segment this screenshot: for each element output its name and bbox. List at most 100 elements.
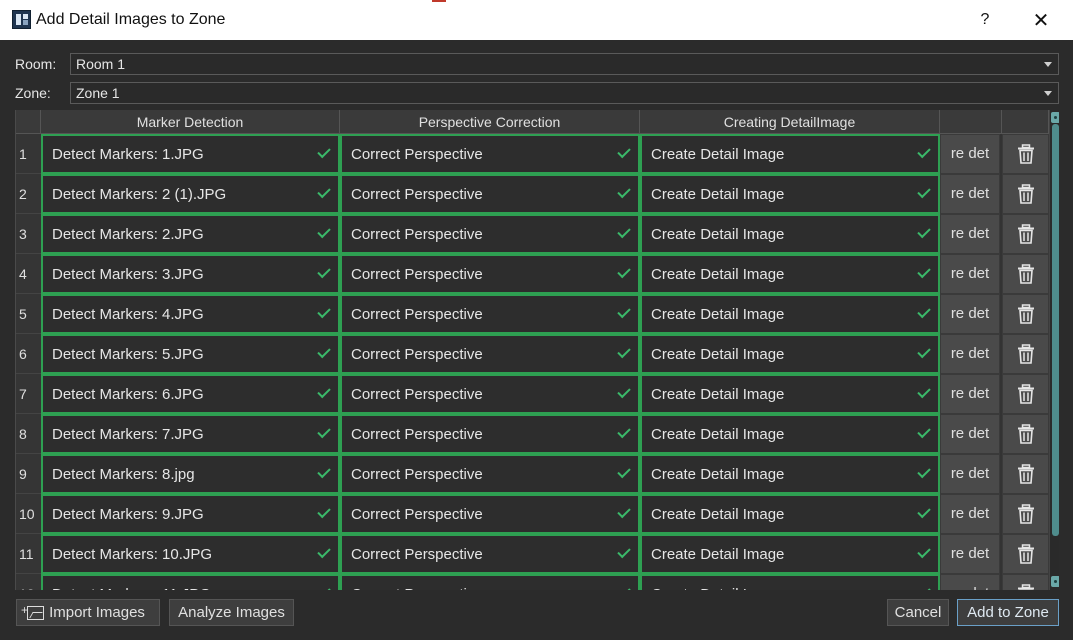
marker-detection-cell[interactable]: Detect Markers: 7.JPG <box>41 414 340 454</box>
delete-row-button[interactable] <box>1002 494 1049 534</box>
perspective-correction-cell[interactable]: Correct Perspective <box>340 174 640 214</box>
detail-image-cell[interactable]: Create Detail Image <box>640 334 940 374</box>
delete-row-button[interactable] <box>1002 534 1049 574</box>
perspective-correction-cell-label: Correct Perspective <box>351 426 483 443</box>
check-icon <box>617 584 631 590</box>
header-marker-detection[interactable]: Marker Detection <box>41 110 340 134</box>
row-number: 9 <box>16 454 41 494</box>
check-icon <box>917 384 931 399</box>
redetect-button[interactable]: re det <box>940 334 1000 374</box>
perspective-correction-cell-label: Correct Perspective <box>351 586 483 590</box>
detail-image-cell[interactable]: Create Detail Image <box>640 174 940 214</box>
marker-detection-cell[interactable]: Detect Markers: 3.JPG <box>41 254 340 294</box>
zone-select[interactable]: Zone 1 <box>70 82 1059 104</box>
marker-detection-cell[interactable]: Detect Markers: 4.JPG <box>41 294 340 334</box>
trash-icon <box>1018 384 1034 404</box>
header-delete <box>1002 110 1049 134</box>
redetect-button[interactable]: re det <box>940 214 1000 254</box>
room-select[interactable]: Room 1 <box>70 53 1059 75</box>
table-row: 1 Detect Markers: 1.JPG Correct Perspectiv… <box>16 134 1049 174</box>
scroll-down-button[interactable] <box>1051 576 1059 587</box>
detail-image-cell[interactable]: Create Detail Image <box>640 214 940 254</box>
detail-image-cell[interactable]: Create Detail Image <box>640 454 940 494</box>
redetect-button[interactable]: re det <box>940 134 1000 174</box>
scroll-up-button[interactable] <box>1051 112 1059 123</box>
redetect-button[interactable]: re det <box>940 454 1000 494</box>
marker-detection-cell-label: Detect Markers: 6.JPG <box>52 386 204 403</box>
check-icon <box>617 504 631 519</box>
perspective-correction-cell[interactable]: Correct Perspective <box>340 334 640 374</box>
delete-row-button[interactable] <box>1002 414 1049 454</box>
chevron-down-icon <box>1044 91 1052 96</box>
delete-row-button[interactable] <box>1002 254 1049 294</box>
redetect-button[interactable]: re det <box>940 574 1000 590</box>
delete-row-button[interactable] <box>1002 134 1049 174</box>
table-row: 6 Detect Markers: 5.JPG Correct Perspectiv… <box>16 334 1049 374</box>
detail-image-cell[interactable]: Create Detail Image <box>640 294 940 334</box>
detail-image-cell[interactable]: Create Detail Image <box>640 374 940 414</box>
perspective-correction-cell[interactable]: Correct Perspective <box>340 214 640 254</box>
detail-image-cell[interactable]: Create Detail Image <box>640 134 940 174</box>
detail-image-cell[interactable]: Create Detail Image <box>640 534 940 574</box>
redetect-button[interactable]: re det <box>940 254 1000 294</box>
delete-row-button[interactable] <box>1002 374 1049 414</box>
marker-detection-cell[interactable]: Detect Markers: 8.jpg <box>41 454 340 494</box>
marker-detection-cell-label: Detect Markers: 3.JPG <box>52 266 204 283</box>
redetect-button[interactable]: re det <box>940 174 1000 214</box>
check-icon <box>317 224 331 239</box>
import-images-label: Import Images <box>49 604 145 621</box>
close-button[interactable]: ✕ <box>1018 0 1064 40</box>
vertical-scrollbar[interactable] <box>1049 110 1059 590</box>
marker-detection-cell[interactable]: Detect Markers: 11.JPG <box>41 574 340 590</box>
import-images-button[interactable]: Import Images <box>16 598 160 626</box>
delete-row-button[interactable] <box>1002 334 1049 374</box>
redetect-button[interactable]: re det <box>940 534 1000 574</box>
marker-detection-cell[interactable]: Detect Markers: 1.JPG <box>41 134 340 174</box>
add-to-zone-button[interactable]: Add to Zone <box>957 599 1059 626</box>
perspective-correction-cell[interactable]: Correct Perspective <box>340 374 640 414</box>
delete-row-button[interactable] <box>1002 454 1049 494</box>
redetect-button[interactable]: re det <box>940 494 1000 534</box>
scroll-thumb[interactable] <box>1052 124 1059 536</box>
perspective-correction-cell[interactable]: Correct Perspective <box>340 134 640 174</box>
check-icon <box>917 504 931 519</box>
trash-icon <box>1018 144 1034 164</box>
perspective-correction-cell[interactable]: Correct Perspective <box>340 574 640 590</box>
perspective-correction-cell[interactable]: Correct Perspective <box>340 294 640 334</box>
check-icon <box>317 464 331 479</box>
marker-detection-cell-label: Detect Markers: 5.JPG <box>52 346 204 363</box>
delete-row-button[interactable] <box>1002 294 1049 334</box>
delete-row-button[interactable] <box>1002 174 1049 214</box>
row-number: 12 <box>16 574 41 590</box>
redetect-button[interactable]: re det <box>940 374 1000 414</box>
header-creating-detail-image[interactable]: Creating DetailImage <box>640 110 940 134</box>
perspective-correction-cell[interactable]: Correct Perspective <box>340 494 640 534</box>
help-button[interactable]: ? <box>962 0 1008 40</box>
check-icon <box>617 184 631 199</box>
detail-image-cell[interactable]: Create Detail Image <box>640 414 940 454</box>
marker-detection-cell[interactable]: Detect Markers: 2 (1).JPG <box>41 174 340 214</box>
header-perspective-correction[interactable]: Perspective Correction <box>340 110 640 134</box>
perspective-correction-cell[interactable]: Correct Perspective <box>340 534 640 574</box>
marker-detection-cell[interactable]: Detect Markers: 5.JPG <box>41 334 340 374</box>
analyze-images-button[interactable]: Analyze Images <box>169 599 294 626</box>
marker-detection-cell[interactable]: Detect Markers: 9.JPG <box>41 494 340 534</box>
detail-image-cell[interactable]: Create Detail Image <box>640 254 940 294</box>
marker-detection-cell-label: Detect Markers: 9.JPG <box>52 506 204 523</box>
marker-detection-cell[interactable]: Detect Markers: 2.JPG <box>41 214 340 254</box>
detail-image-cell[interactable]: Create Detail Image <box>640 574 940 590</box>
perspective-correction-cell[interactable]: Correct Perspective <box>340 454 640 494</box>
delete-row-button[interactable] <box>1002 214 1049 254</box>
perspective-correction-cell[interactable]: Correct Perspective <box>340 254 640 294</box>
detail-image-cell[interactable]: Create Detail Image <box>640 494 940 534</box>
redetect-button[interactable]: re det <box>940 414 1000 454</box>
marker-detection-cell[interactable]: Detect Markers: 6.JPG <box>41 374 340 414</box>
perspective-correction-cell[interactable]: Correct Perspective <box>340 414 640 454</box>
redetect-button[interactable]: re det <box>940 294 1000 334</box>
row-number: 10 <box>16 494 41 534</box>
marker-detection-cell[interactable]: Detect Markers: 10.JPG <box>41 534 340 574</box>
cancel-button[interactable]: Cancel <box>887 599 949 626</box>
header-corner <box>16 110 41 134</box>
perspective-correction-cell-label: Correct Perspective <box>351 506 483 523</box>
delete-row-button[interactable] <box>1002 574 1049 590</box>
